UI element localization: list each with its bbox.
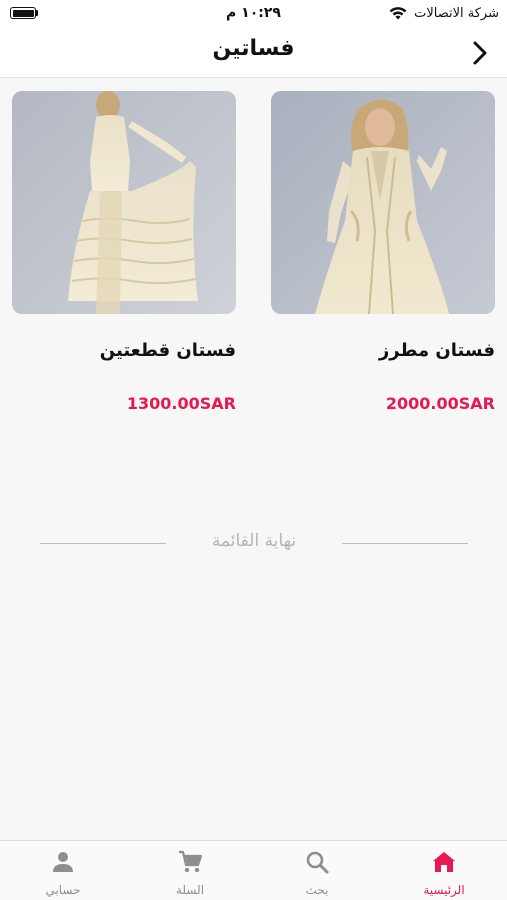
product-image[interactable] [271,91,495,314]
screen: ١٠:٢٩ م شركة الاتصالات فساتين فستان مطرز… [0,0,507,900]
nav-bar: فساتين [0,28,507,78]
status-bar: ١٠:٢٩ م شركة الاتصالات [0,0,507,28]
product-name: فستان مطرز [378,340,495,361]
product-name: فستان قطعتين [99,340,236,361]
person-icon [53,852,73,872]
end-divider-right [342,543,468,544]
carrier-name: شركة الاتصالات [414,6,499,21]
home-icon [433,852,455,872]
tab-cart-label: السلة [175,883,205,897]
page-title: فساتين [212,36,295,61]
tab-account-label: حسابي [45,883,81,897]
end-divider-left [40,543,166,544]
product-card[interactable]: فستان مطرز 2000.00SAR [271,91,495,413]
product-price: 1300.00SAR [126,394,236,413]
tab-search[interactable]: بحث [254,841,380,900]
back-button[interactable] [466,38,494,68]
product-card[interactable]: فستان قطعتين 1300.00SAR [12,91,236,413]
tab-home-label: الرئيسية [423,883,465,897]
back-chevron-icon [473,41,487,65]
tab-search-label: بحث [305,883,329,897]
end-of-list-label: نهاية القائمة [211,531,297,551]
tab-account[interactable]: حسابي [0,841,126,900]
search-icon [306,851,329,874]
wifi-icon [389,7,407,20]
product-price: 2000.00SAR [385,394,495,413]
product-image[interactable] [12,91,236,314]
tab-bar: الرئيسية بحث السلة حسابي [0,840,507,900]
cart-icon [179,850,203,873]
tab-home[interactable]: الرئيسية [381,841,507,900]
tab-cart[interactable]: السلة [127,841,253,900]
